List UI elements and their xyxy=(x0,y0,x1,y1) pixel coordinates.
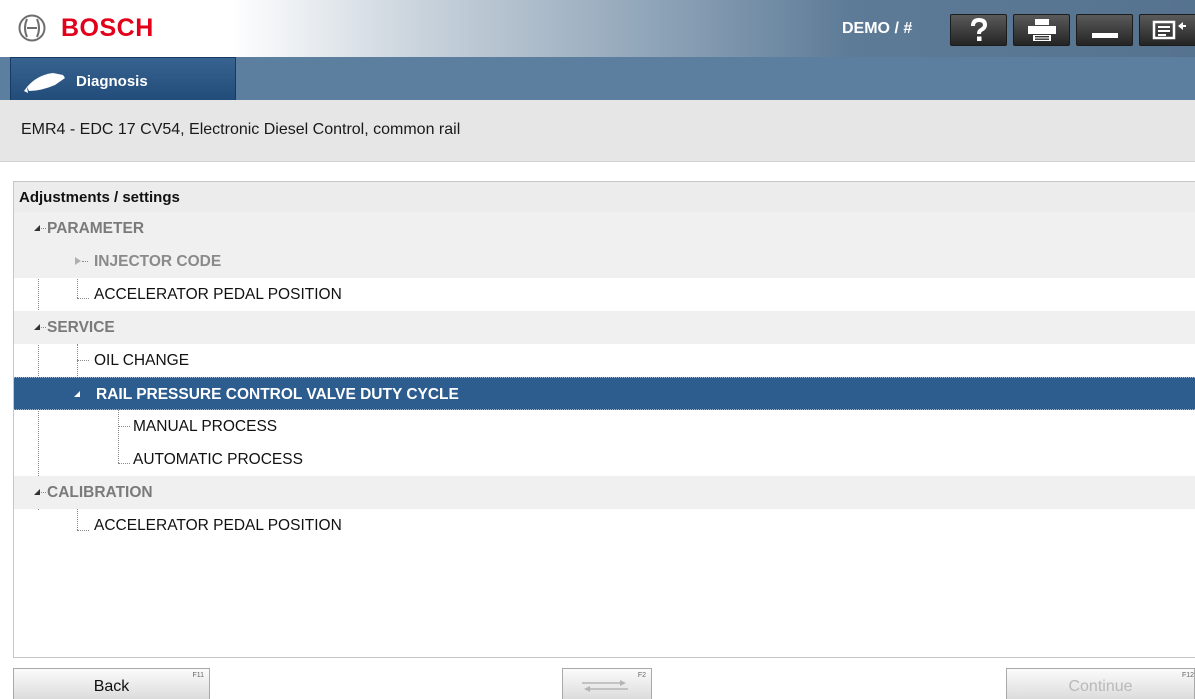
expanded-arrow-icon[interactable] xyxy=(74,391,80,397)
tree-node-label: ACCELERATOR PEDAL POSITION xyxy=(94,517,342,534)
bosch-logo-icon xyxy=(18,14,46,42)
tree-node-label: ACCELERATOR PEDAL POSITION xyxy=(94,286,342,303)
print-icon xyxy=(1027,19,1056,41)
tree-line xyxy=(118,463,130,464)
ecu-description: EMR4 - EDC 17 CV54, Electronic Diesel Co… xyxy=(21,121,461,138)
minimize-button[interactable] xyxy=(1076,14,1133,46)
tree-node-calibration-accelerator-pedal-position[interactable]: ACCELERATOR PEDAL POSITION xyxy=(14,509,1195,542)
back-button-label: Back xyxy=(93,678,130,695)
tree-node-parameter[interactable]: PARAMETER xyxy=(14,212,1195,245)
tree-node-accelerator-pedal-position[interactable]: ACCELERATOR PEDAL POSITION xyxy=(14,278,1195,311)
expanded-arrow-icon[interactable] xyxy=(34,225,40,231)
tab-diagnosis[interactable]: Diagnosis xyxy=(10,57,236,106)
brand-name: BOSCH xyxy=(61,13,154,42)
print-button[interactable] xyxy=(1013,14,1070,46)
tree-node-calibration[interactable]: CALIBRATION xyxy=(14,476,1195,509)
tree-line xyxy=(41,492,46,493)
tree-line xyxy=(77,298,89,299)
app-header: BOSCH DEMO / # xyxy=(0,0,1195,57)
tree-line xyxy=(77,530,89,531)
continue-function-key: F12 xyxy=(1181,672,1194,679)
menu-exit-icon xyxy=(1152,20,1186,40)
tree-node-label: INJECTOR CODE xyxy=(94,253,222,270)
tree-node-rail-pressure-control-valve[interactable]: RAIL PRESSURE CONTROL VALVE DUTY CYCLE xyxy=(14,377,1195,410)
tree-node-label: OIL CHANGE xyxy=(94,352,190,369)
continue-button-label: Continue xyxy=(1068,678,1133,695)
diagnosis-plug-icon xyxy=(24,72,65,93)
tree-node-manual-process[interactable]: MANUAL PROCESS xyxy=(14,410,1195,443)
expanded-arrow-icon[interactable] xyxy=(34,489,40,495)
switch-function-key: F2 xyxy=(637,672,646,679)
adjustments-panel: Adjustments / settings PARAMETER INJECTO… xyxy=(13,181,1195,658)
tree-line xyxy=(77,360,89,361)
tree-node-automatic-process[interactable]: AUTOMATIC PROCESS xyxy=(14,443,1195,476)
back-button[interactable]: Back F11 xyxy=(13,668,210,699)
tab-label: Diagnosis xyxy=(76,73,148,90)
back-function-key: F11 xyxy=(192,672,204,679)
continue-button[interactable]: Continue F12 xyxy=(1006,668,1195,699)
tree-node-label: AUTOMATIC PROCESS xyxy=(133,451,303,468)
collapsed-arrow-icon[interactable] xyxy=(75,257,81,265)
menu-exit-button[interactable] xyxy=(1139,14,1195,46)
ecu-info-band: EMR4 - EDC 17 CV54, Electronic Diesel Co… xyxy=(0,100,1195,162)
brand: BOSCH xyxy=(17,13,154,43)
tree-node-oil-change[interactable]: OIL CHANGE xyxy=(14,344,1195,377)
tree-line xyxy=(41,228,46,229)
panel-title: Adjustments / settings xyxy=(19,189,180,206)
tree-node-injector-code[interactable]: INJECTOR CODE xyxy=(14,245,1195,278)
tree-node-label: RAIL PRESSURE CONTROL VALVE DUTY CYCLE xyxy=(96,386,459,403)
tree-line xyxy=(118,426,130,427)
swap-arrows-icon xyxy=(582,680,628,692)
tree-line xyxy=(82,261,88,262)
tree-node-label: PARAMETER xyxy=(47,220,145,237)
help-icon xyxy=(970,18,987,41)
help-button[interactable] xyxy=(950,14,1007,46)
panel-header: Adjustments / settings xyxy=(14,182,1195,212)
tree-node-label: SERVICE xyxy=(47,319,115,336)
tree-node-label: MANUAL PROCESS xyxy=(133,418,278,435)
expanded-arrow-icon[interactable] xyxy=(34,324,40,330)
tab-bar: Diagnosis xyxy=(0,57,1195,106)
session-label: DEMO / # xyxy=(842,20,913,37)
tree-node-label: CALIBRATION xyxy=(47,484,153,501)
switch-button[interactable]: F2 xyxy=(562,668,652,699)
tree-node-service[interactable]: SERVICE xyxy=(14,311,1195,344)
tree-line xyxy=(41,327,46,328)
minimize-icon xyxy=(1091,33,1118,38)
